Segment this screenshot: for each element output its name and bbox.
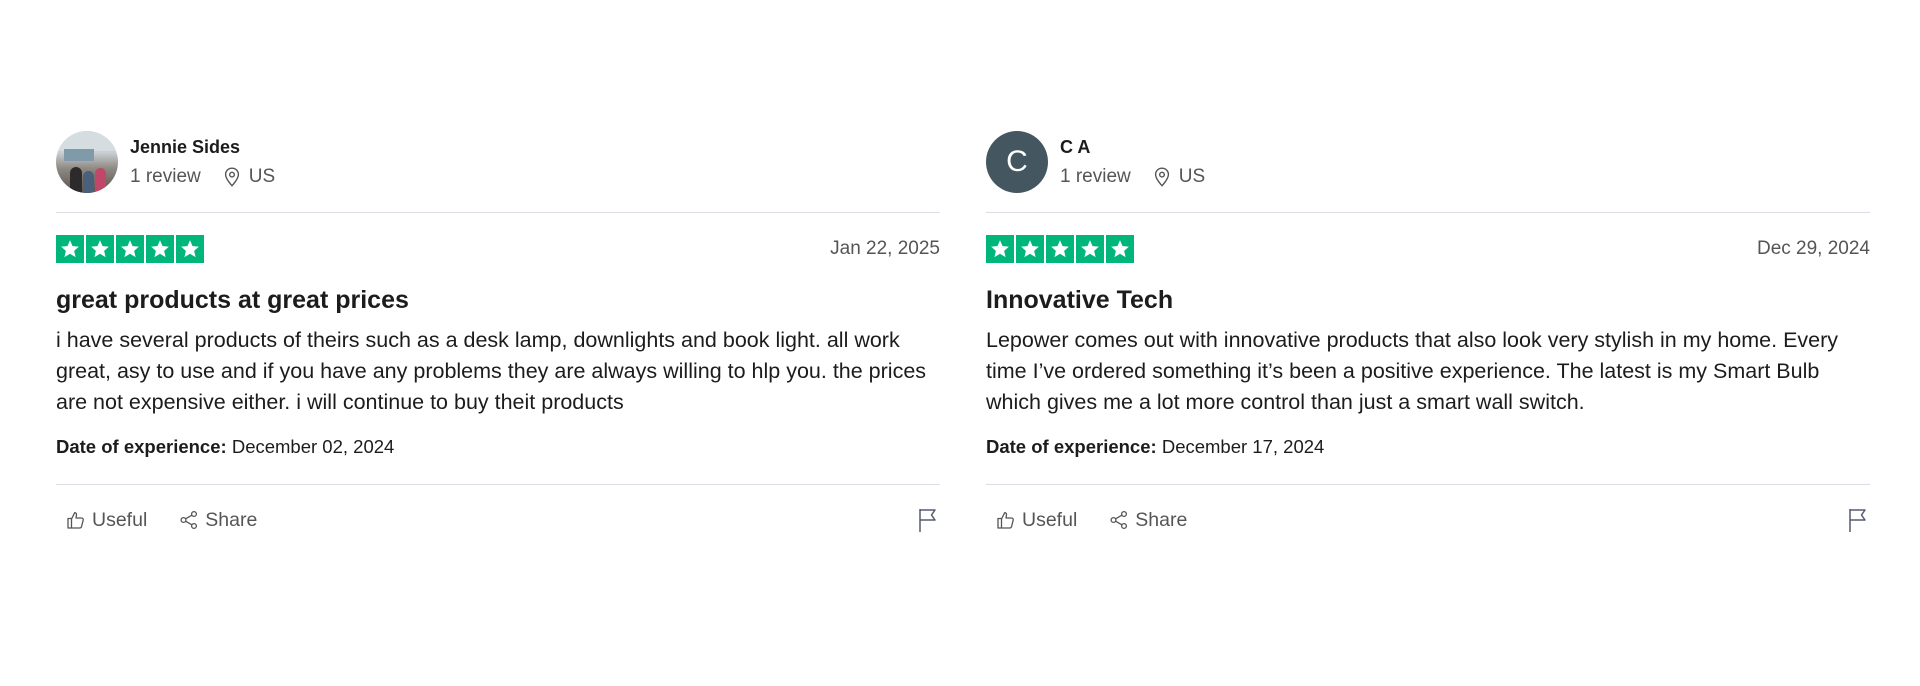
star-icon (146, 235, 174, 263)
consumer-name[interactable]: C A (1060, 136, 1205, 158)
review-text: i have several products of theirs such a… (56, 328, 927, 414)
review-card: C C A 1 review US Dec 29, 2024 Innovativ… (986, 130, 1870, 533)
review-card: Jennie Sides 1 review US Jan 22, 2025 gr… (56, 130, 940, 533)
consumer-info: Jennie Sides 1 review US (130, 136, 275, 188)
flag-icon[interactable] (1846, 507, 1870, 533)
rating-row: Dec 29, 2024 (986, 235, 1870, 263)
review-title[interactable]: great products at great prices (56, 285, 940, 315)
location-pin-icon (224, 167, 239, 187)
rating-row: Jan 22, 2025 (56, 235, 940, 263)
star-icon (1016, 235, 1044, 263)
review-actions: Useful Share (986, 507, 1870, 533)
review-actions: Useful Share (56, 507, 940, 533)
reviews-list: Jennie Sides 1 review US Jan 22, 2025 gr… (0, 0, 1920, 686)
thumbs-up-icon (67, 512, 84, 529)
share-button[interactable]: Share (179, 509, 257, 532)
star-rating (56, 235, 204, 263)
experience-label: Date of experience: (56, 436, 227, 457)
consumer-meta: 1 review US (1060, 166, 1205, 188)
divider (56, 212, 940, 213)
star-rating (986, 235, 1134, 263)
date-of-experience: Date of experience: December 02, 2024 (56, 436, 940, 458)
avatar[interactable]: C (986, 131, 1048, 193)
useful-label: Useful (92, 508, 148, 531)
flag-icon[interactable] (916, 507, 940, 533)
useful-button[interactable]: Useful (996, 509, 1077, 532)
location-pin-icon (1154, 167, 1169, 187)
consumer-name[interactable]: Jennie Sides (130, 136, 275, 158)
review-count: 1 review (130, 166, 201, 187)
useful-button[interactable]: Useful (66, 509, 147, 532)
consumer-country: US (248, 166, 276, 187)
review-title[interactable]: Innovative Tech (986, 285, 1870, 315)
divider (986, 484, 1870, 485)
avatar[interactable] (56, 131, 118, 193)
consumer-location: US (1153, 166, 1205, 188)
review-text: Lepower comes out with innovative produc… (986, 328, 1839, 414)
star-icon (1076, 235, 1104, 263)
star-icon (56, 235, 84, 263)
star-icon (1046, 235, 1074, 263)
consumer-meta: 1 review US (130, 166, 275, 188)
star-icon (176, 235, 204, 263)
consumer-header: C C A 1 review US (986, 130, 1870, 194)
star-icon (986, 235, 1014, 263)
share-label: Share (1135, 508, 1188, 531)
star-icon (1106, 235, 1134, 263)
divider (986, 212, 1870, 213)
share-icon (1110, 510, 1128, 530)
avatar-initial: C (1006, 145, 1028, 178)
experience-label: Date of experience: (986, 436, 1157, 457)
share-icon (180, 510, 198, 530)
consumer-location: US (223, 166, 275, 188)
thumbs-up-icon (997, 512, 1014, 529)
date-of-experience: Date of experience: December 17, 2024 (986, 436, 1870, 458)
review-date: Dec 29, 2024 (1756, 238, 1870, 259)
divider (56, 484, 940, 485)
consumer-header: Jennie Sides 1 review US (56, 130, 940, 194)
star-icon (116, 235, 144, 263)
consumer-info: C A 1 review US (1060, 136, 1205, 188)
consumer-country: US (1178, 166, 1206, 187)
useful-label: Useful (1022, 508, 1078, 531)
share-button[interactable]: Share (1109, 509, 1187, 532)
review-count: 1 review (1060, 166, 1131, 187)
share-label: Share (205, 508, 258, 531)
review-date: Jan 22, 2025 (830, 238, 940, 259)
star-icon (86, 235, 114, 263)
experience-date: December 02, 2024 (231, 436, 395, 457)
experience-date: December 17, 2024 (1161, 436, 1325, 457)
